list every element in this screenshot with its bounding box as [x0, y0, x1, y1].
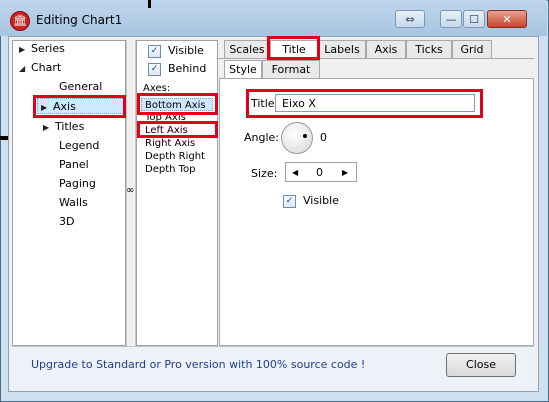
tree-item-general[interactable]: General [59, 79, 102, 95]
edge-marker [0, 136, 8, 140]
window-title: Editing Chart1 [36, 13, 123, 27]
tree-item-label: Chart [31, 61, 62, 74]
title-visible-checkbox[interactable]: ✓ [283, 195, 296, 208]
tree-item-label: 3D [59, 215, 75, 228]
app-icon: 🏛 [10, 11, 30, 31]
subtab-style[interactable]: Style [224, 60, 262, 78]
angle-label: Angle: [244, 131, 280, 144]
expand-arrow-icon[interactable]: ▶ [43, 120, 55, 136]
tree-item-series[interactable]: ▶ Series [19, 41, 65, 57]
tab-strip-divider [218, 58, 534, 59]
angle-dial[interactable] [281, 122, 313, 154]
tree-item-titles[interactable]: ▶ Titles [43, 119, 84, 135]
tree-item-label: General [59, 80, 103, 93]
close-window-button[interactable]: ✕ [487, 10, 527, 28]
tree-item-walls[interactable]: Walls [59, 195, 88, 211]
tab-axis[interactable]: Axis [366, 40, 406, 58]
title-style-page [219, 78, 534, 346]
size-value: 0 [316, 166, 323, 179]
splitter-grip-icon[interactable]: ∞ [126, 186, 134, 196]
title-input[interactable] [275, 94, 475, 112]
tree-item-panel[interactable]: Panel [59, 157, 89, 173]
axis-item-bottom[interactable]: Bottom Axis [141, 98, 213, 111]
tree-item-label: Titles [55, 120, 85, 133]
maximize-button[interactable]: ☐ [463, 10, 485, 28]
collapse-arrow-icon[interactable]: ◢ [19, 61, 31, 77]
axis-item-depth-top[interactable]: Depth Top [145, 163, 196, 176]
behind-label: Behind [168, 62, 207, 75]
resize-icon[interactable]: ⇔ [395, 10, 425, 28]
settings-tree: ▶ Series ◢ Chart General ▶ Axis ▶ Titles Leg… [12, 40, 126, 346]
axis-item-depth-right[interactable]: Depth Right [145, 150, 205, 163]
axis-item-top[interactable]: Top Axis [145, 111, 186, 124]
visible-checkbox[interactable]: ✓ [148, 45, 161, 58]
tree-item-label: Axis [53, 100, 76, 113]
tree-item-chart[interactable]: ◢ Chart [19, 60, 61, 76]
tree-item-paging[interactable]: Paging [59, 176, 96, 192]
expand-arrow-icon[interactable]: ▶ [41, 100, 53, 116]
tab-labels[interactable]: Labels [318, 40, 366, 58]
tab-ticks[interactable]: Ticks [406, 40, 452, 58]
axes-panel: ✓ Visible ✓ Behind Axes: Bottom Axis Top… [136, 40, 218, 346]
angle-value: 0 [320, 131, 327, 144]
close-button[interactable]: Close [446, 353, 516, 377]
axes-caption: Axes: [143, 83, 171, 94]
visible-label: Visible [168, 44, 204, 57]
tree-item-label: Paging [59, 177, 96, 190]
minimize-button[interactable]: — [440, 10, 462, 28]
behind-checkbox[interactable]: ✓ [148, 63, 161, 76]
expand-arrow-icon[interactable]: ▶ [19, 42, 31, 58]
tree-item-label: Panel [59, 158, 89, 171]
tree-item-label: Legend [59, 139, 100, 152]
axis-item-right[interactable]: Right Axis [145, 137, 195, 150]
tab-title[interactable]: Title [270, 40, 318, 58]
angle-dial-marker-icon [303, 134, 307, 138]
size-label: Size: [251, 167, 278, 180]
tab-grid[interactable]: Grid [452, 40, 492, 58]
tree-item-label: Series [31, 42, 65, 55]
axis-item-left[interactable]: Left Axis [145, 124, 188, 137]
tree-item-axis[interactable]: ▶ Axis [37, 98, 125, 114]
tree-item-3d[interactable]: 3D [59, 214, 74, 230]
tree-item-label: Walls [59, 196, 88, 209]
upgrade-link[interactable]: Upgrade to Standard or Pro version with … [31, 358, 365, 371]
title-visible-label: Visible [303, 194, 339, 207]
edge-marker [148, 0, 151, 8]
decrement-arrow-icon[interactable]: ◀ [292, 168, 298, 177]
tab-scales[interactable]: Scales [224, 40, 270, 58]
subtab-format[interactable]: Format [262, 60, 320, 78]
tree-item-legend[interactable]: Legend [59, 138, 99, 154]
increment-arrow-icon[interactable]: ▶ [342, 168, 348, 177]
